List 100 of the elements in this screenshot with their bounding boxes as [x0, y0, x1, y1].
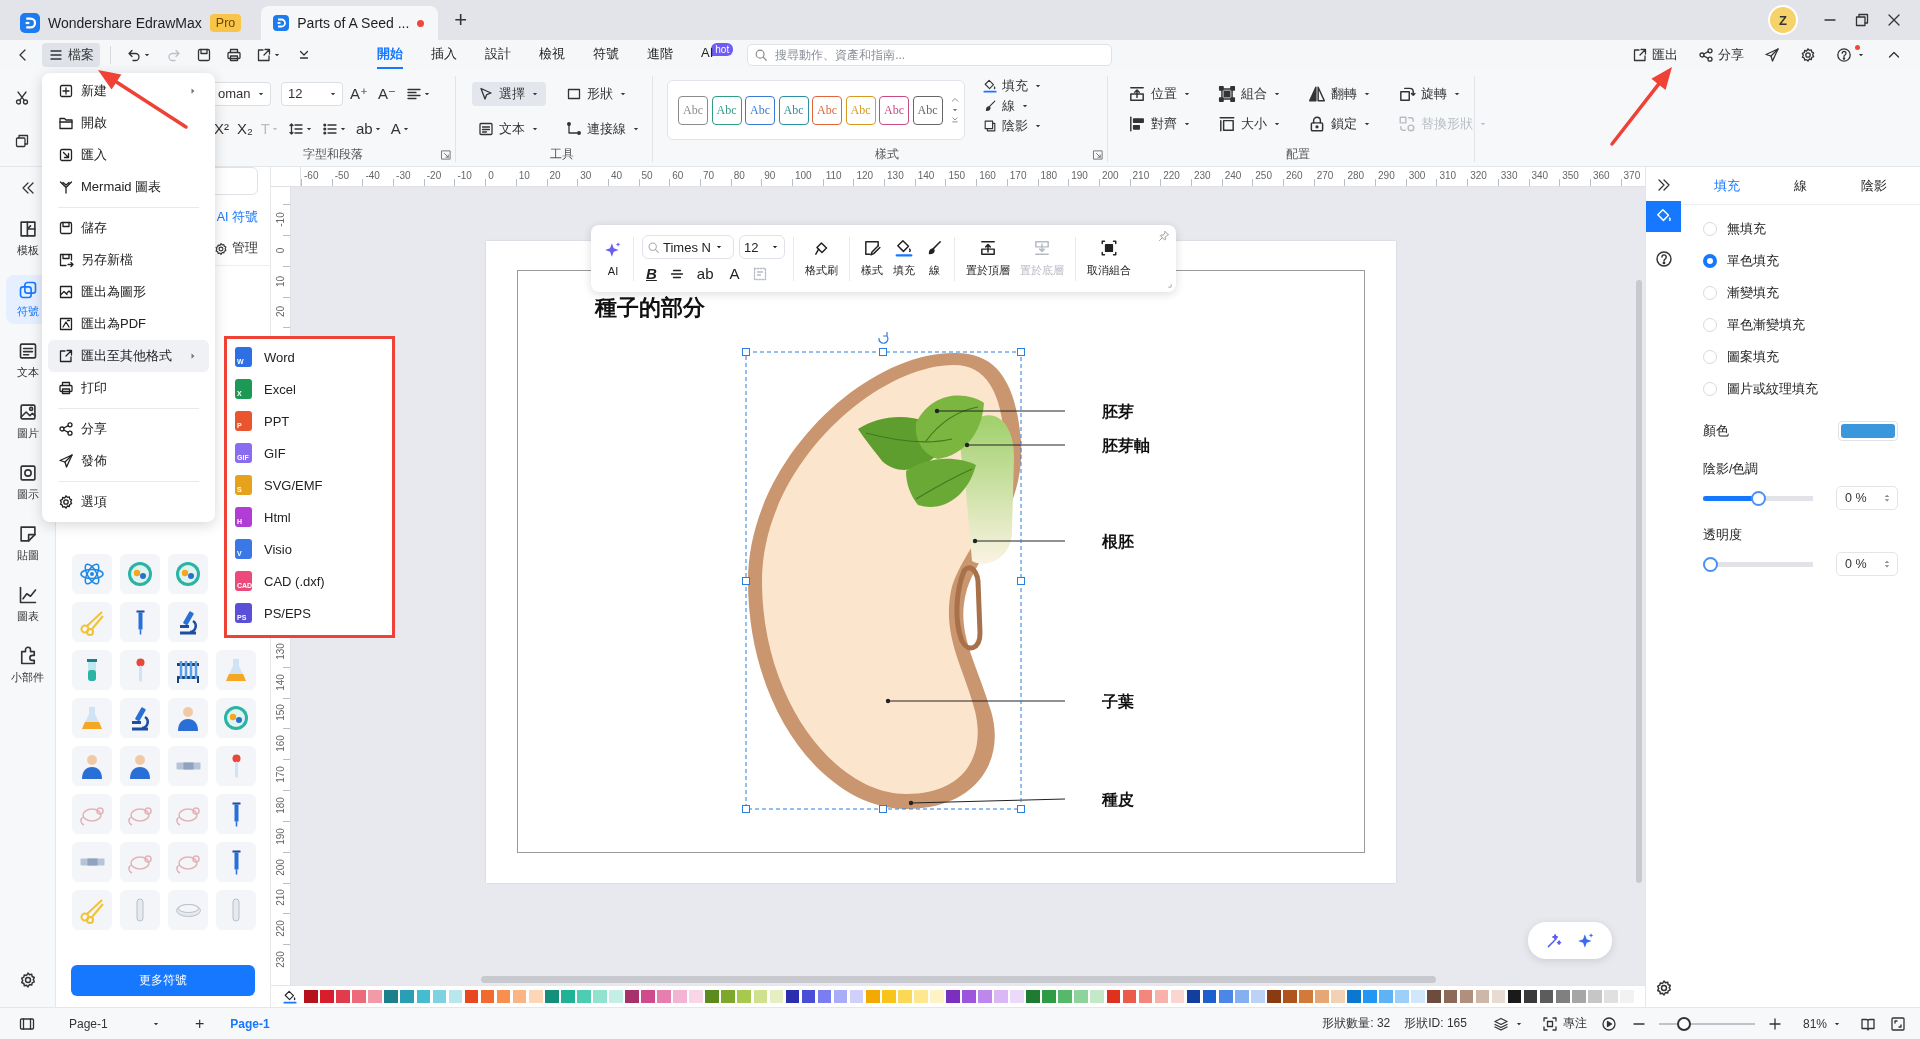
menu-item[interactable]: 匯入: [48, 139, 209, 171]
tool-button[interactable]: 連接線: [560, 116, 647, 141]
style-swatch[interactable]: Abc: [778, 95, 809, 125]
style-swatch[interactable]: Abc: [745, 95, 775, 125]
style-swatch[interactable]: Abc: [879, 95, 909, 125]
ruler-label: 220: [275, 920, 286, 938]
arrange-button[interactable]: 組合: [1212, 82, 1288, 106]
more-symbols-button[interactable]: 更多符號: [71, 965, 255, 996]
percent-field[interactable]: 0 %: [1836, 552, 1898, 576]
shape-count: 形狀數量: 32: [1322, 1015, 1391, 1032]
arrange-button[interactable]: 位置: [1122, 82, 1198, 106]
menu-item[interactable]: 另存新檔: [48, 244, 209, 276]
page-selector[interactable]: Page-1: [65, 1013, 165, 1034]
ribbon-tab[interactable]: 檢視: [539, 41, 565, 69]
format-button[interactable]: 線: [979, 96, 1047, 116]
panel-tab[interactable]: 填充: [1706, 170, 1748, 201]
ruler-label: 40: [610, 170, 622, 181]
document-tab[interactable]: Parts of A Seed ...: [261, 6, 439, 40]
menu-item[interactable]: 匯出至其他格式: [48, 340, 209, 372]
home-tab[interactable]: Wondershare EdrawMax Pro: [8, 6, 256, 40]
share-button[interactable]: 分享: [1696, 44, 1746, 66]
ribbon-tab[interactable]: 符號: [593, 41, 619, 69]
menu-item[interactable]: 開啟: [48, 107, 209, 139]
font-color-button[interactable]: A: [725, 265, 744, 282]
ribbon-tab[interactable]: 插入: [431, 41, 457, 69]
toolbar-action[interactable]: 線: [920, 235, 948, 282]
style-swatch[interactable]: Abc: [678, 95, 708, 125]
fill-option[interactable]: 圖片或紋理填充: [1681, 373, 1920, 405]
rail-item[interactable]: 圖表: [5, 580, 50, 629]
ribbon-tab[interactable]: AI: [701, 41, 714, 69]
zoom-level[interactable]: 81%: [1802, 1016, 1842, 1031]
toolbar-action[interactable]: 置於頂層: [961, 235, 1015, 282]
font-color-button[interactable]: A: [387, 118, 414, 139]
ruler-label: 90: [764, 170, 776, 181]
arrange-button[interactable]: 旋轉: [1392, 82, 1494, 106]
new-tab-button[interactable]: +: [454, 9, 468, 31]
menu-item[interactable]: 新建: [48, 75, 209, 107]
menu-item[interactable]: 分享: [48, 413, 209, 445]
case-button[interactable]: ab: [692, 265, 718, 282]
toolbar-action[interactable]: 樣式: [856, 235, 888, 282]
menu-item[interactable]: 發佈: [48, 445, 209, 477]
superscript-button[interactable]: X²: [211, 118, 232, 139]
case-button[interactable]: ab: [353, 118, 386, 139]
tool-button[interactable]: 選擇: [472, 81, 546, 106]
focus-button[interactable]: 專注: [1541, 1015, 1587, 1032]
ribbon-tab[interactable]: 進階: [647, 41, 673, 69]
fill-option[interactable]: 漸變填充: [1681, 277, 1920, 309]
menu-item[interactable]: 匯出為圖形: [48, 276, 209, 308]
rail-item[interactable]: 圖片: [5, 397, 50, 446]
fill-option[interactable]: 圖案填充: [1681, 341, 1920, 373]
tool-button[interactable]: 文本: [472, 116, 546, 141]
manage-button[interactable]: 管理: [214, 240, 258, 257]
arrange-button[interactable]: 對齊: [1122, 112, 1198, 136]
grow-font-button[interactable]: A⁺: [347, 82, 371, 105]
ruler-label: 140: [917, 170, 935, 181]
user-avatar[interactable]: Z: [1768, 5, 1798, 35]
rail-item[interactable]: 文本: [5, 336, 50, 385]
style-swatch[interactable]: Abc: [912, 95, 943, 125]
panel-tab[interactable]: 線: [1786, 170, 1815, 201]
toolbar-action[interactable]: 填充: [888, 235, 920, 282]
rail-item[interactable]: 模板: [5, 214, 50, 263]
rail-item[interactable]: 圖示: [5, 458, 50, 507]
font-size-field[interactable]: 12: [739, 235, 785, 259]
menu-item[interactable]: 儲存: [48, 212, 209, 244]
ai-button[interactable]: AI: [599, 236, 627, 281]
ribbon-tab[interactable]: 設計: [485, 41, 511, 69]
font-size-field[interactable]: 12: [281, 81, 343, 106]
subscript-button[interactable]: X₂: [234, 118, 256, 139]
menu-item[interactable]: 選項: [48, 486, 209, 518]
arrange-button[interactable]: 鎖定: [1302, 112, 1378, 136]
arrange-button[interactable]: 翻轉: [1302, 82, 1378, 106]
format-button[interactable]: 填充: [979, 76, 1047, 96]
fill-option[interactable]: 無填充: [1681, 213, 1920, 245]
shrink-font-button[interactable]: A⁻: [374, 82, 399, 105]
page-tab[interactable]: Page-1: [230, 1016, 270, 1031]
rail-item[interactable]: 小部件: [5, 641, 50, 690]
tool-button[interactable]: 形狀: [560, 81, 634, 106]
font-field[interactable]: Times N: [642, 235, 734, 259]
file-menu-button[interactable]: 檔案: [42, 43, 100, 67]
percent-field[interactable]: 0 %: [1836, 486, 1898, 510]
menu-item[interactable]: 匯出為PDF: [48, 308, 209, 340]
format-button[interactable]: 陰影: [979, 116, 1047, 136]
toolbar-action[interactable]: 取消組合: [1082, 235, 1136, 282]
search-box[interactable]: 搜尋動作、資產和指南...: [747, 44, 1113, 66]
ruler-label: 210: [1132, 170, 1150, 181]
toolbar-action[interactable]: 格式刷: [800, 235, 843, 282]
bold-button[interactable]: B: [642, 265, 661, 282]
menu-item[interactable]: 打印: [48, 372, 209, 404]
add-page-button[interactable]: +: [195, 1014, 205, 1033]
menu-item[interactable]: Mermaid 圖表: [48, 171, 209, 203]
search-field[interactable]: 搜尋動作、資產和指南...: [773, 47, 1106, 63]
fill-option[interactable]: 單色填充: [1681, 245, 1920, 277]
diagram-label: 子葉: [1102, 693, 1134, 710]
arrange-button[interactable]: 大小: [1212, 112, 1288, 136]
export-button[interactable]: 匯出: [1630, 44, 1680, 66]
fill-option[interactable]: 單色漸變填充: [1681, 309, 1920, 341]
panel-tab[interactable]: 陰影: [1853, 170, 1895, 201]
ai-symbols-link[interactable]: AI 符號: [216, 209, 258, 226]
rail-item[interactable]: 貼圖: [5, 519, 50, 568]
style-swatch[interactable]: Abc: [812, 95, 842, 125]
